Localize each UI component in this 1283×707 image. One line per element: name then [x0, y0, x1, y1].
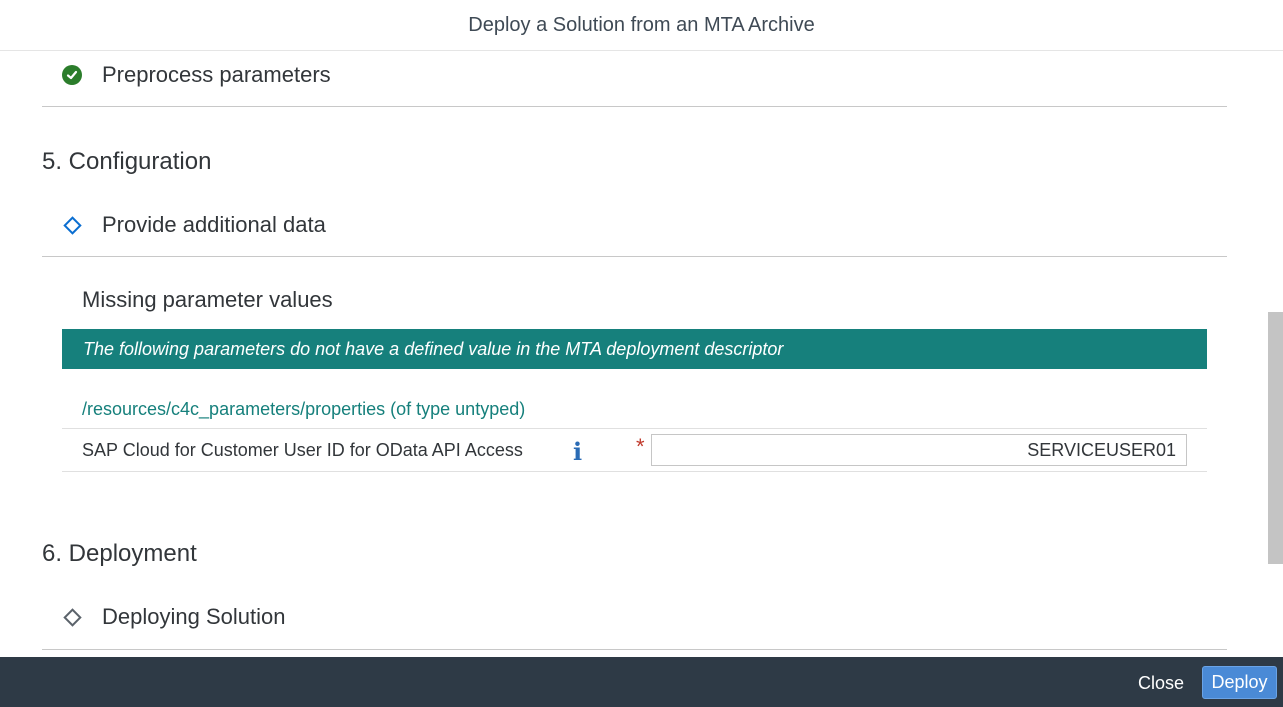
diamond-icon — [62, 607, 82, 627]
user-id-input[interactable] — [651, 434, 1187, 466]
dialog-header: Deploy a Solution from an MTA Archive — [0, 0, 1283, 51]
required-asterisk: * — [636, 434, 645, 459]
step-preprocess-label: Preprocess parameters — [102, 62, 331, 87]
divider — [42, 649, 1227, 650]
step-deploying: Deploying Solution — [62, 604, 285, 630]
divider — [42, 106, 1227, 107]
deploy-dialog: Deploy a Solution from an MTA Archive Pr… — [0, 0, 1283, 707]
row-divider — [62, 471, 1207, 472]
param-label: SAP Cloud for Customer User ID for OData… — [82, 440, 523, 460]
diamond-icon — [62, 215, 82, 235]
dialog-footer: Close Deploy — [0, 657, 1283, 707]
dialog-title: Deploy a Solution from an MTA Archive — [468, 13, 815, 36]
resource-path: /resources/c4c_parameters/properties (of… — [82, 399, 526, 419]
row-divider — [62, 428, 1207, 429]
dialog-content[interactable]: Preprocess parameters 5. Configuration P… — [0, 51, 1283, 657]
info-banner-text: The following parameters do not have a d… — [83, 338, 784, 359]
step-deploying-label: Deploying Solution — [102, 604, 286, 629]
step-provide-data: Provide additional data — [62, 212, 326, 238]
missing-params-heading: Missing parameter values — [82, 287, 333, 312]
step-preprocess: Preprocess parameters — [62, 62, 331, 88]
close-button[interactable]: Close — [1128, 667, 1194, 699]
divider — [42, 256, 1227, 257]
step-provide-data-label: Provide additional data — [102, 212, 326, 237]
info-icon[interactable]: i — [573, 437, 582, 466]
info-banner: The following parameters do not have a d… — [62, 329, 1207, 369]
deploy-button[interactable]: Deploy — [1202, 666, 1277, 699]
scrollbar-thumb[interactable] — [1268, 312, 1283, 564]
check-circle-icon — [62, 65, 82, 85]
section-configuration-title: 5. Configuration — [42, 148, 212, 175]
section-deployment-title: 6. Deployment — [42, 540, 197, 567]
